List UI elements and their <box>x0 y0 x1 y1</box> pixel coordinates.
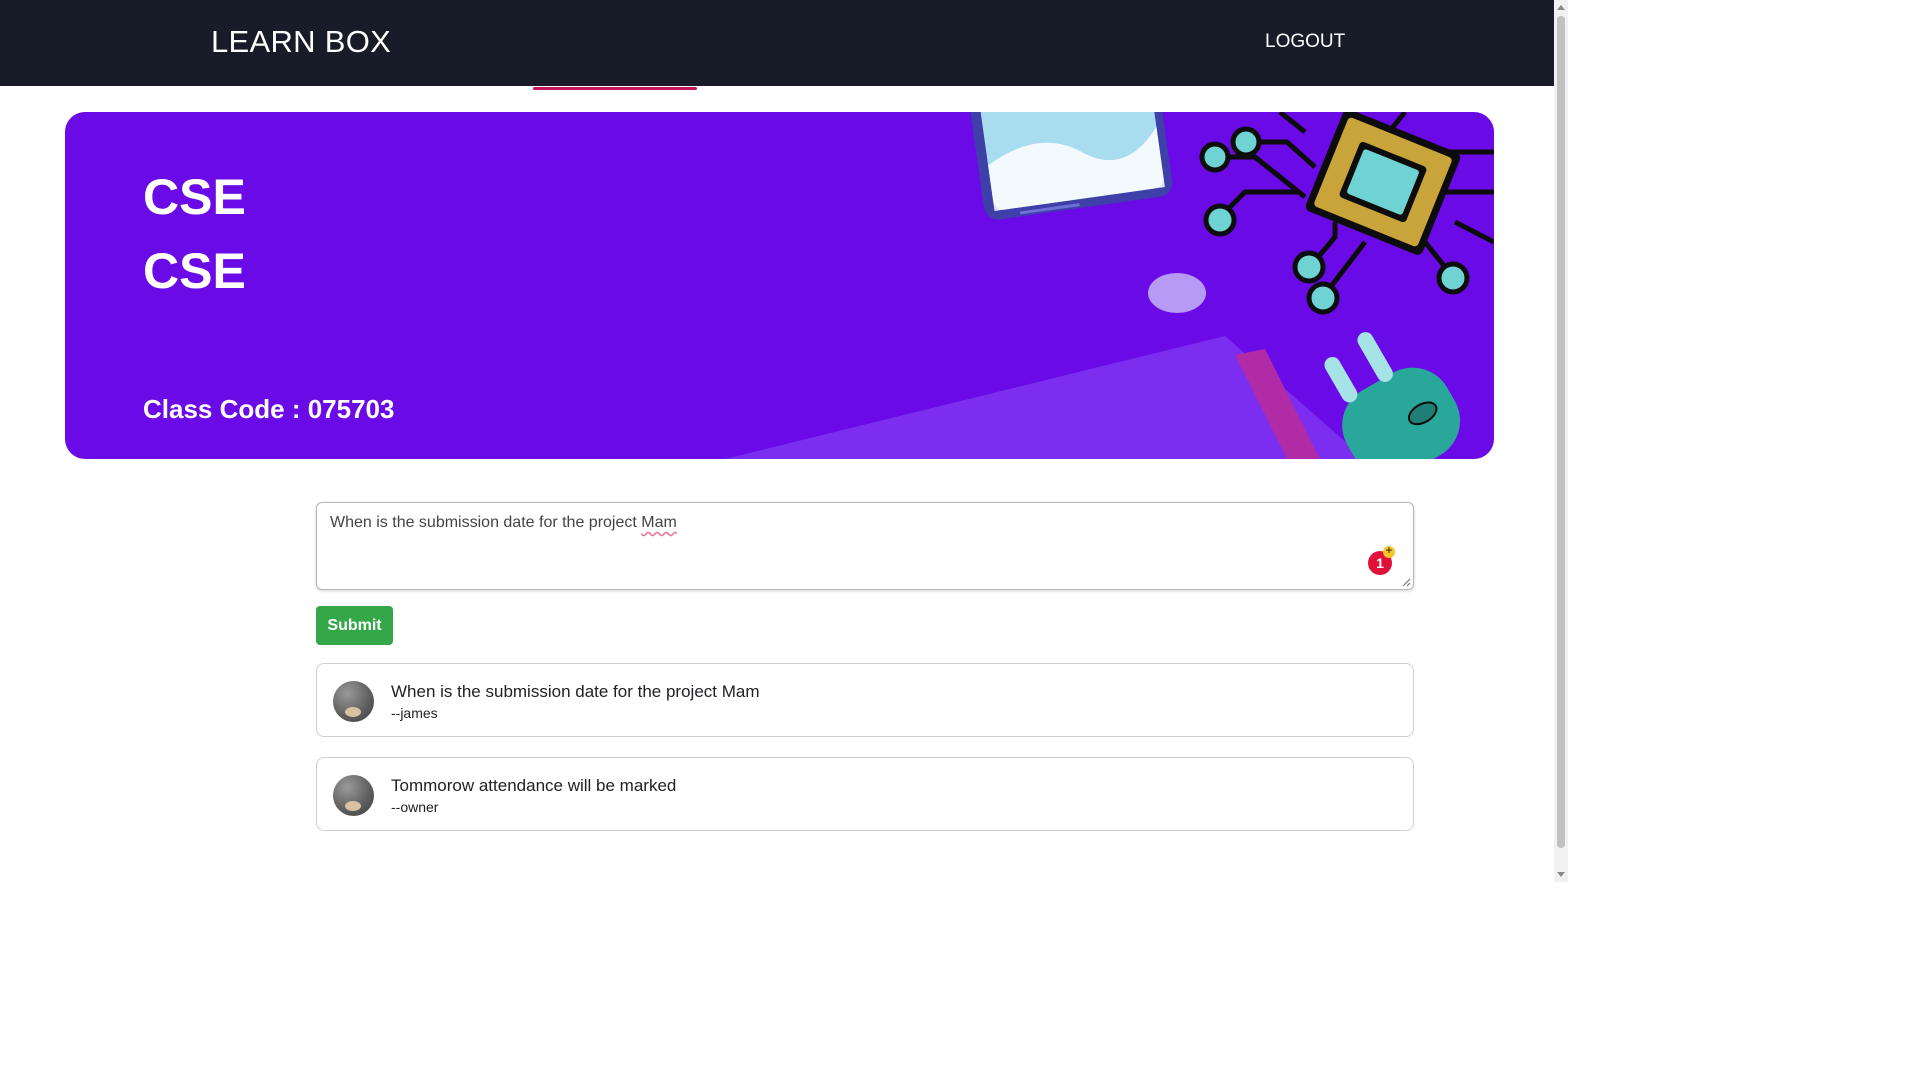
scrollbar-thumb[interactable] <box>1557 16 1565 848</box>
announcement-author: --james <box>391 705 438 721</box>
announcement-card: Tommorow attendance will be marked --own… <box>316 757 1414 831</box>
announcement-input[interactable]: When is the submission date for the proj… <box>316 502 1414 590</box>
class-name: CSE <box>143 169 246 225</box>
announcement-input-value: When is the submission date for the proj… <box>330 514 677 531</box>
scroll-up-icon[interactable] <box>1557 5 1565 10</box>
active-tab-indicator <box>533 87 697 90</box>
spellcheck-flagged-word: Mam <box>641 514 677 531</box>
app-brand[interactable]: LEARN BOX <box>211 24 391 60</box>
announcement-text: Tommorow attendance will be marked <box>391 776 677 795</box>
resize-handle-icon[interactable] <box>1401 577 1411 587</box>
submit-button[interactable]: Submit <box>316 606 393 645</box>
announcement-card: When is the submission date for the proj… <box>316 663 1414 737</box>
announcement-text: When is the submission date for the proj… <box>391 682 760 701</box>
plus-icon: + <box>1383 546 1395 558</box>
class-section: CSE <box>143 243 246 299</box>
class-banner: CSE CSE Class Code : 075703 <box>65 112 1494 459</box>
scroll-down-icon[interactable] <box>1557 872 1565 877</box>
top-navbar: LEARN BOX LOGOUT <box>0 0 1554 86</box>
logout-button[interactable]: LOGOUT <box>1265 31 1345 53</box>
class-code: Class Code : 075703 <box>143 394 395 424</box>
avatar <box>333 681 374 722</box>
page-scrollbar[interactable] <box>1554 0 1568 882</box>
announcement-author: --owner <box>391 799 439 815</box>
avatar <box>333 775 374 816</box>
